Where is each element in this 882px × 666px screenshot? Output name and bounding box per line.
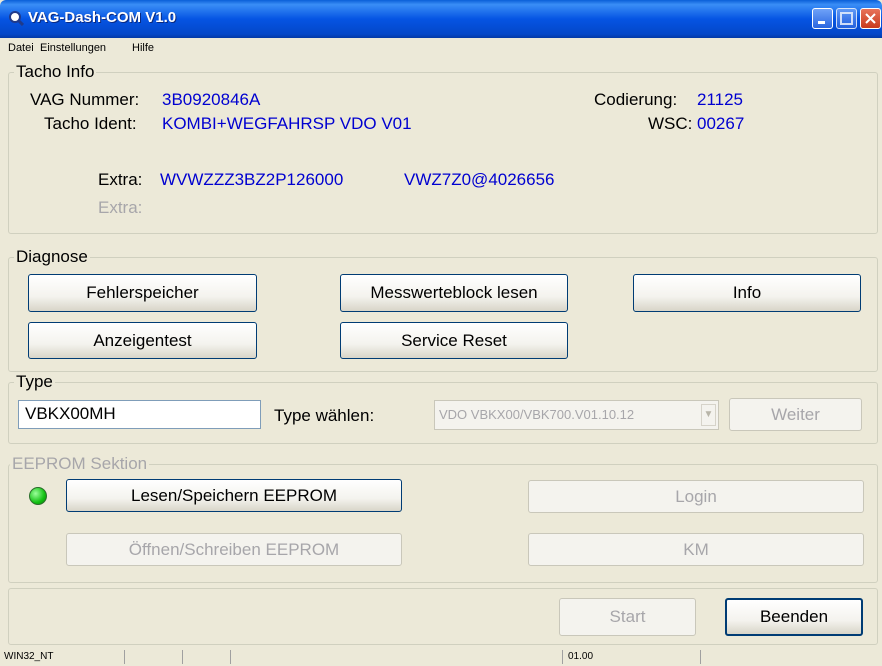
status-bar: WIN32_NT 01.00 [0, 648, 882, 666]
extra2-label: Extra: [98, 198, 143, 217]
magnifier-app-icon [9, 11, 24, 26]
fehlerspeicher-button[interactable]: Fehlerspeicher [28, 274, 257, 312]
beenden-button[interactable]: Beenden [725, 598, 863, 636]
extra-value-2: VWZ7Z0@4026656 [404, 170, 555, 189]
type-select-value: VDO VBKX00/VBK700.V01.10.12 [439, 407, 635, 422]
tacho-ident-value: KOMBI+WEGFAHRSP VDO V01 [162, 114, 412, 133]
status-divider [124, 650, 125, 664]
info-button[interactable]: Info [633, 274, 861, 312]
type-input[interactable]: VBKX00MH [18, 400, 261, 429]
messwerteblock-button[interactable]: Messwerteblock lesen [340, 274, 568, 312]
minimize-icon [818, 21, 825, 24]
app-window: VAG-Dash-COM V1.0 Datei Einstellungen Hi… [0, 0, 882, 666]
vag-nummer-value: 3B0920846A [162, 90, 261, 109]
menu-einstellungen[interactable]: Einstellungen [40, 42, 106, 54]
wsc-label: WSC: [648, 114, 693, 133]
tacho-ident-label: Tacho Ident: [44, 114, 137, 133]
vag-nummer-label: VAG Nummer: [30, 90, 140, 109]
status-divider [182, 650, 183, 664]
close-button[interactable] [860, 8, 881, 29]
lesen-speichern-eeprom-button[interactable]: Lesen/Speichern EEPROM [66, 479, 402, 512]
chevron-down-icon[interactable]: ▼ [701, 404, 716, 426]
codierung-label: Codierung: [594, 90, 678, 109]
anzeigentest-button[interactable]: Anzeigentest [28, 322, 257, 359]
menu-datei[interactable]: Datei [8, 42, 34, 54]
minimize-button[interactable] [812, 8, 833, 29]
eeprom-title: EEPROM Sektion [10, 454, 150, 474]
type-select[interactable]: VDO VBKX00/VBK700.V01.10.12 ▼ [434, 400, 719, 430]
status-version: 01.00 [568, 651, 594, 662]
window-title: VAG-Dash-COM V1.0 [28, 9, 177, 26]
maximize-button[interactable] [836, 8, 857, 29]
title-bar[interactable]: VAG-Dash-COM V1.0 [0, 0, 882, 38]
login-button[interactable]: Login [528, 480, 864, 513]
menu-bar: Datei Einstellungen Hilfe [0, 39, 882, 57]
status-divider [230, 650, 231, 664]
codierung-value: 21125 [697, 90, 744, 109]
status-led-icon [29, 487, 47, 505]
wsc-value: 00267 [697, 114, 745, 133]
oeffnen-schreiben-eeprom-button[interactable]: Öffnen/Schreiben EEPROM [66, 533, 402, 566]
km-button[interactable]: KM [528, 533, 864, 566]
status-divider [562, 650, 563, 664]
menu-hilfe[interactable]: Hilfe [132, 42, 154, 54]
diagnose-title: Diagnose [14, 247, 90, 267]
status-os: WIN32_NT [4, 651, 54, 662]
weiter-button[interactable]: Weiter [729, 398, 862, 431]
status-divider [700, 650, 701, 664]
type-title: Type [14, 372, 55, 392]
start-button[interactable]: Start [559, 598, 696, 636]
tacho-info-title: Tacho Info [14, 62, 97, 82]
extra-label: Extra: [98, 170, 143, 189]
service-reset-button[interactable]: Service Reset [340, 322, 568, 359]
maximize-icon [840, 12, 853, 25]
extra-value-1: WVWZZZ3BZ2P126000 [160, 170, 344, 189]
type-select-label: Type wählen: [274, 406, 375, 425]
close-icon [865, 13, 876, 24]
